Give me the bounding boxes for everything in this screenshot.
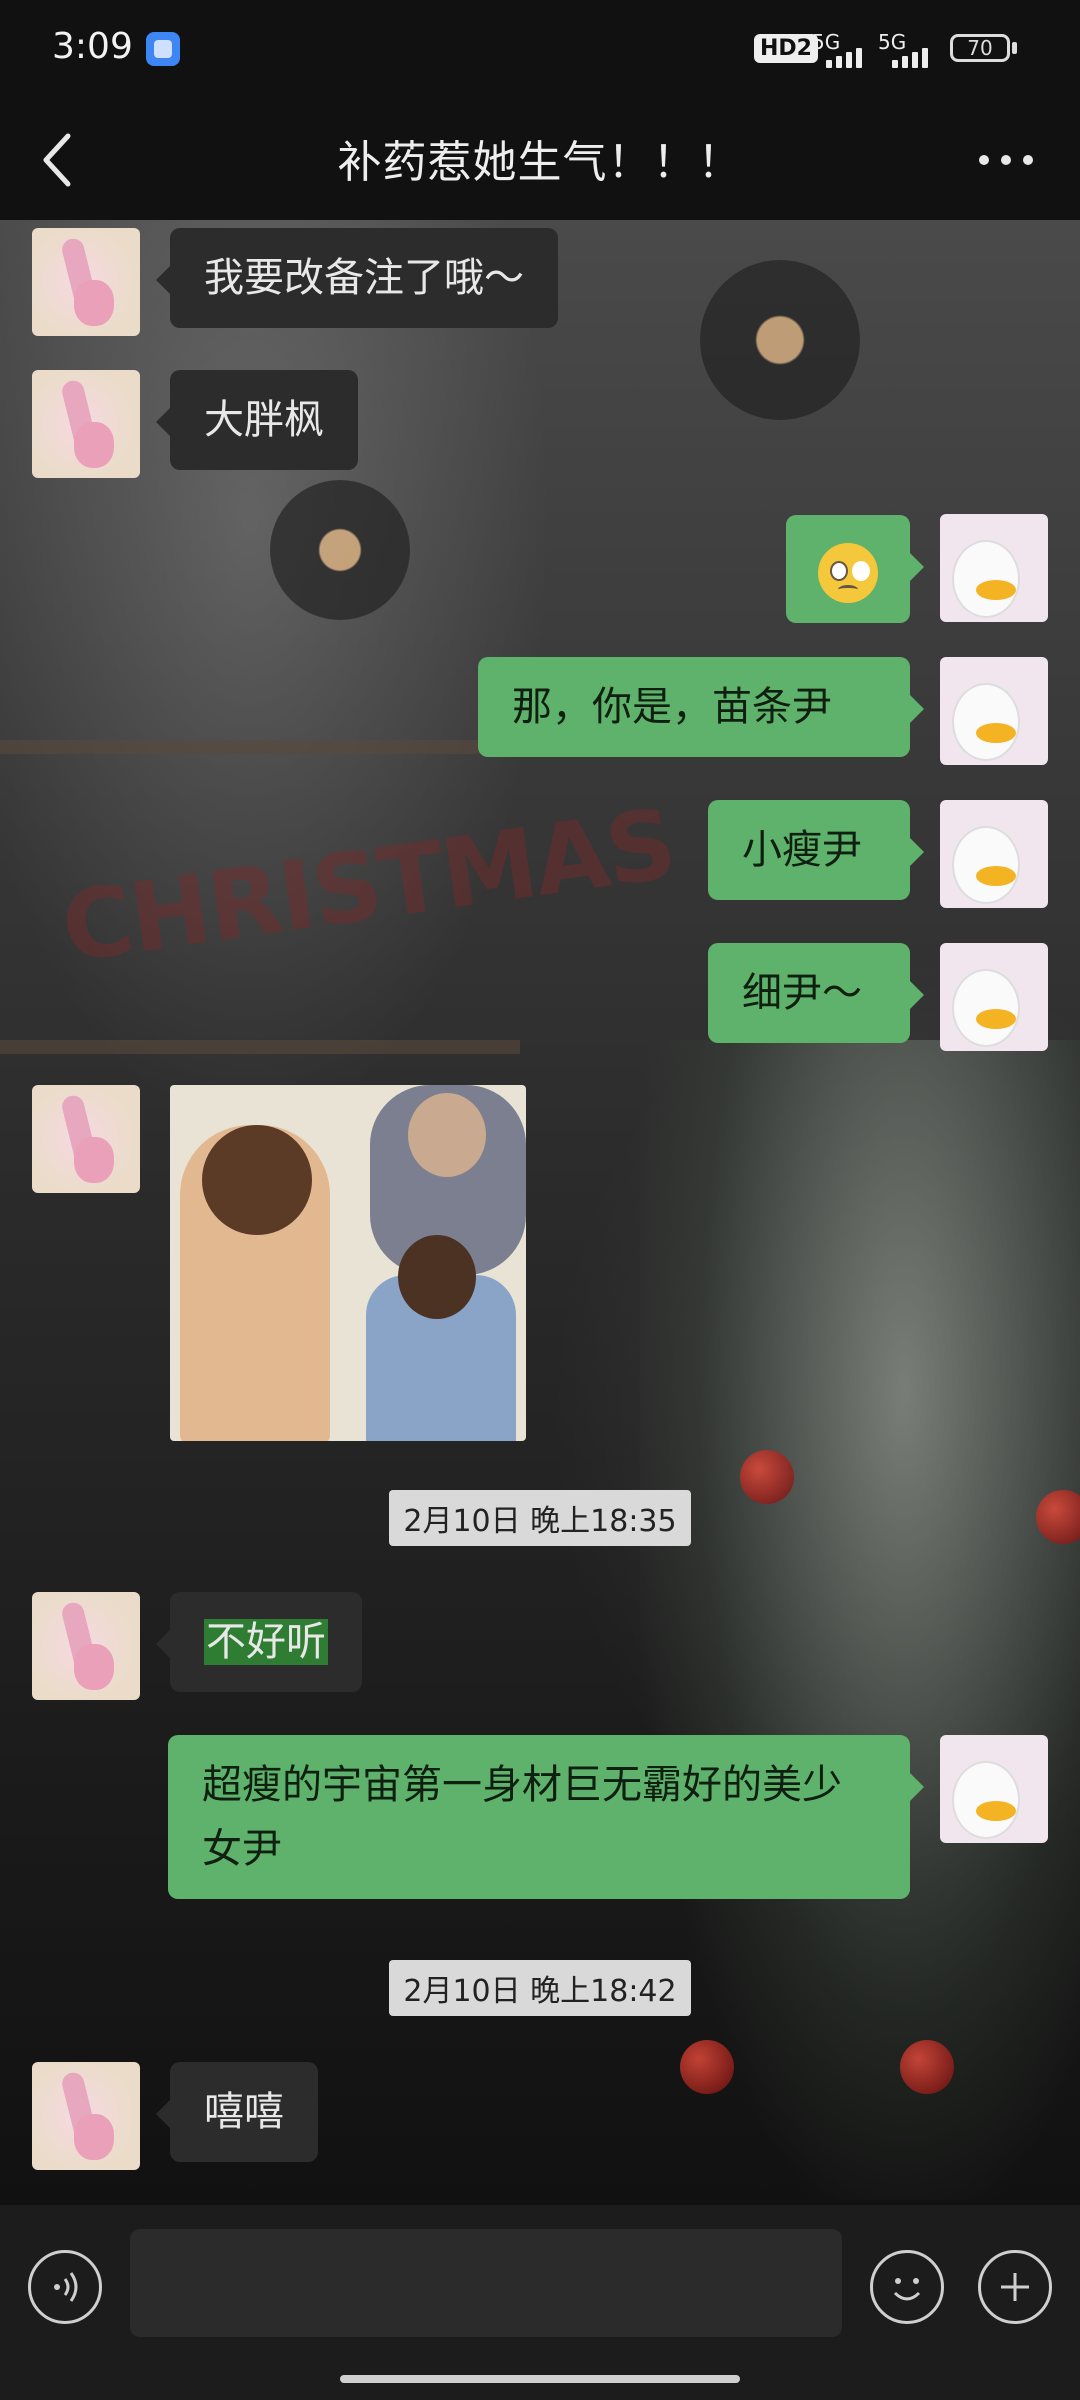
plus-icon <box>1001 2273 1029 2301</box>
smile-icon <box>893 2278 921 2301</box>
chat-area[interactable]: CHRISTMAS 我要改备注了哦～ 大胖枫 那，你是，苗条尹 小瘦尹 细尹～ … <box>0 220 1080 2205</box>
message-bubble-received[interactable]: 不好听 <box>156 1592 362 1692</box>
battery-level: 70 <box>967 36 993 60</box>
woozy-face-icon <box>818 543 878 603</box>
background-shelf-2 <box>0 1040 520 1054</box>
contact-avatar[interactable] <box>32 370 140 478</box>
background-ornament-3 <box>900 2040 954 2094</box>
background-ornament-4 <box>680 2040 734 2094</box>
voice-icon <box>54 2272 78 2302</box>
timestamp-text: 2月10日 晚上18:35 <box>389 1490 691 1546</box>
background-record-2 <box>270 480 410 620</box>
contact-avatar[interactable] <box>32 1592 140 1700</box>
chat-title: 补药惹她生气！！！ <box>337 137 743 188</box>
user-avatar[interactable] <box>940 800 1048 908</box>
contact-avatar[interactable] <box>32 228 140 336</box>
more-actions-button[interactable] <box>978 2250 1052 2324</box>
message-bubble-sent[interactable] <box>786 515 924 623</box>
message-timestamp: 2月10日 晚上18:35 <box>0 1490 1080 1546</box>
meme-person-3-head <box>398 1235 476 1319</box>
battery-icon: 70 <box>950 34 1010 62</box>
status-time: 3:09 <box>52 26 133 67</box>
message-bubble-received[interactable]: 嘻嘻 <box>156 2062 318 2162</box>
user-avatar[interactable] <box>940 514 1048 622</box>
contact-avatar[interactable] <box>32 2062 140 2170</box>
user-avatar[interactable] <box>940 1735 1048 1843</box>
signal-bars-icon-2 <box>892 46 938 68</box>
status-bar: 3:09 HD2 5G 5G 70 <box>0 0 1080 100</box>
message-bubble-sent[interactable]: 那，你是，苗条尹 <box>478 657 924 757</box>
meme-person-2-head <box>408 1093 486 1177</box>
background-christmas-garland: CHRISTMAS <box>55 787 681 985</box>
background-record <box>700 260 860 420</box>
user-avatar[interactable] <box>940 943 1048 1051</box>
user-avatar[interactable] <box>940 657 1048 765</box>
message-bubble-sent[interactable]: 超瘦的宇宙第一身材巨无霸好的美少女尹 <box>168 1735 924 1899</box>
message-input[interactable] <box>130 2229 842 2337</box>
timestamp-text: 2月10日 晚上18:42 <box>389 1960 691 2016</box>
app-notification-icon <box>146 32 180 66</box>
emoji-button[interactable] <box>870 2250 944 2324</box>
highlighted-text[interactable]: 不好听 <box>204 1619 328 1665</box>
signal-bars-icon <box>826 46 872 68</box>
meme-person-1-head <box>202 1125 312 1235</box>
background-christmas-tree <box>640 1040 1080 2200</box>
voice-button[interactable] <box>28 2250 102 2324</box>
message-bubble-received[interactable]: 大胖枫 <box>156 370 358 470</box>
more-horizontal-icon[interactable] <box>976 150 1036 170</box>
message-timestamp: 2月10日 晚上18:42 <box>0 1960 1080 2016</box>
message-bubble-sent[interactable]: 小瘦尹 <box>708 800 924 900</box>
chat-header: 补药惹她生气！！！ <box>0 100 1080 220</box>
message-bubble-sent[interactable]: 细尹～ <box>708 943 924 1043</box>
hd-badge: HD2 <box>754 34 818 63</box>
message-image-meme[interactable] <box>170 1085 526 1441</box>
home-indicator[interactable] <box>340 2375 740 2383</box>
message-bubble-received[interactable]: 我要改备注了哦～ <box>156 228 558 328</box>
battery-tip <box>1012 42 1017 54</box>
contact-avatar[interactable] <box>32 1085 140 1193</box>
input-bar <box>0 2205 1080 2400</box>
